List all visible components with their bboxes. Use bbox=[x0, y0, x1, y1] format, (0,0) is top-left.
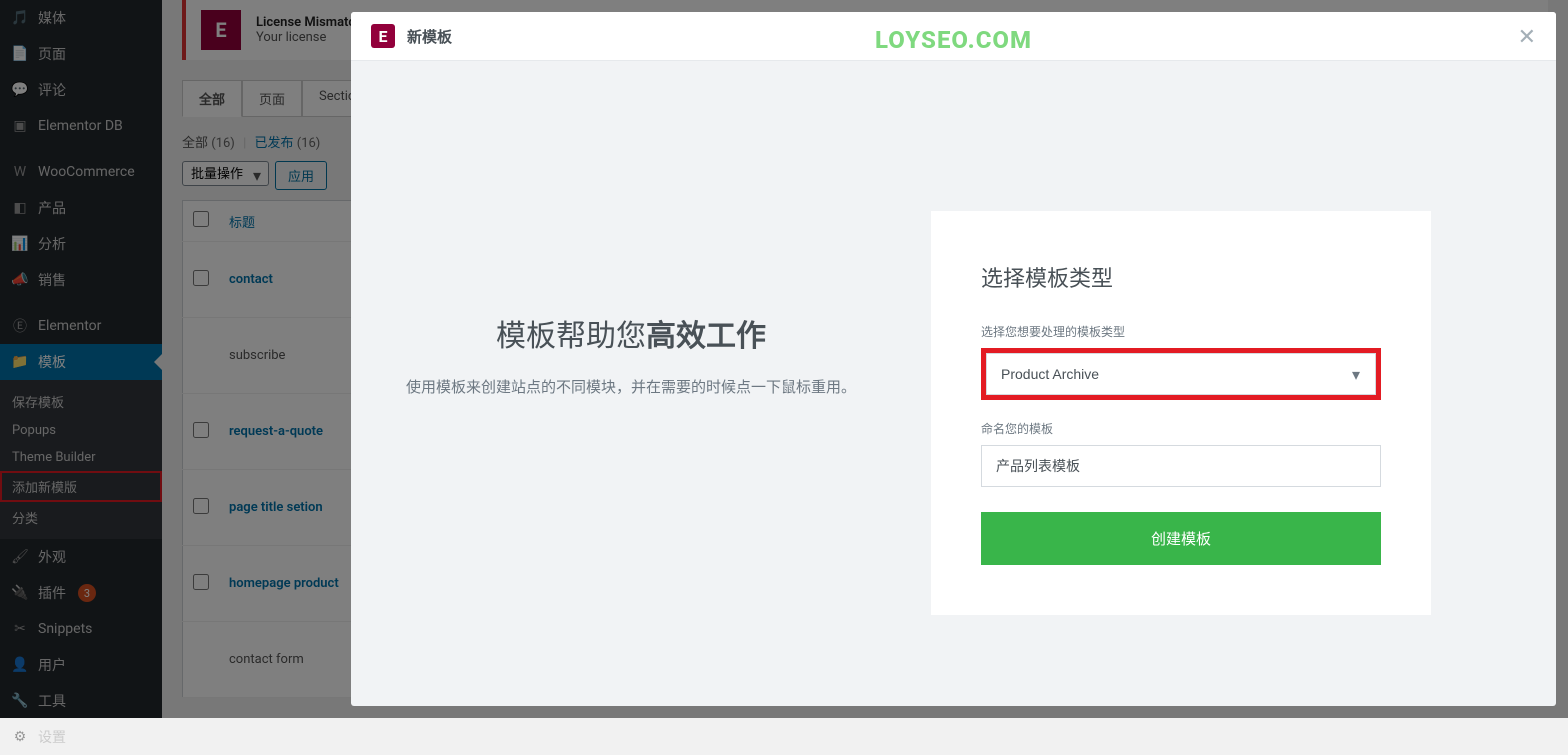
modal-left-panel: 模板帮助您高效工作 使用模板来创建站点的不同模块，并在需要的时候点一下鼠标重用。 bbox=[391, 111, 871, 401]
new-template-modal: E 新模板 LOYSEO.COM ✕ 模板帮助您高效工作 使用模板来创建站点的不… bbox=[351, 12, 1556, 706]
modal-heading: 模板帮助您高效工作 bbox=[391, 311, 871, 355]
template-name-input[interactable] bbox=[981, 445, 1381, 487]
modal-body: 模板帮助您高效工作 使用模板来创建站点的不同模块，并在需要的时候点一下鼠标重用。… bbox=[351, 61, 1556, 705]
modal-header: E 新模板 LOYSEO.COM ✕ bbox=[351, 12, 1556, 61]
elementor-logo-icon: E bbox=[371, 24, 395, 48]
gear-icon: ⚙ bbox=[10, 727, 30, 747]
sidebar-item-label: 设置 bbox=[38, 727, 66, 747]
sidebar-item-settings[interactable]: ⚙ 设置 bbox=[0, 719, 162, 755]
modal-title: 新模板 bbox=[407, 26, 452, 47]
watermark-text: LOYSEO.COM bbox=[875, 26, 1032, 54]
modal-heading-bold: 高效工作 bbox=[646, 319, 766, 354]
type-field-label: 选择您想要处理的模板类型 bbox=[981, 323, 1381, 340]
modal-form-panel: 选择模板类型 选择您想要处理的模板类型 Product Archive 命名您的… bbox=[931, 211, 1431, 615]
template-type-highlight: Product Archive bbox=[981, 348, 1381, 400]
form-heading: 选择模板类型 bbox=[981, 261, 1381, 293]
create-template-button[interactable]: 创建模板 bbox=[981, 512, 1381, 565]
modal-heading-prefix: 模板帮助您 bbox=[496, 319, 646, 354]
modal-description: 使用模板来创建站点的不同模块，并在需要的时候点一下鼠标重用。 bbox=[391, 375, 871, 401]
modal-close-button[interactable]: ✕ bbox=[1518, 24, 1536, 50]
template-type-select[interactable]: Product Archive bbox=[986, 353, 1376, 395]
name-field-label: 命名您的模板 bbox=[981, 420, 1381, 437]
